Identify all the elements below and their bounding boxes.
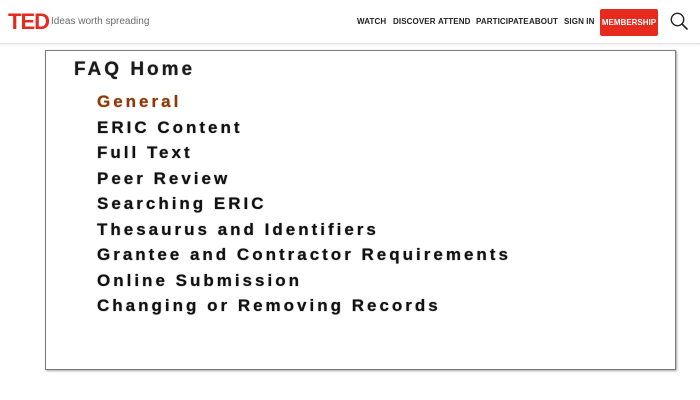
faq-link-online-submission[interactable]: Online Submission — [97, 270, 637, 293]
nav-watch[interactable]: WATCH — [357, 16, 386, 28]
faq-link-eric-content[interactable]: ERIC Content — [97, 117, 637, 140]
membership-button[interactable]: MEMBERSHIP — [600, 9, 658, 36]
nav-sign-in[interactable]: SIGN IN — [564, 16, 594, 28]
faq-panel: FAQ Home General ERIC Content Full Text … — [45, 50, 676, 370]
nav-about[interactable]: ABOUT — [529, 16, 558, 28]
faq-link-general[interactable]: General — [97, 91, 637, 114]
nav-attend[interactable]: ATTEND — [438, 16, 470, 28]
faq-home-title[interactable]: FAQ Home — [74, 59, 195, 81]
tagline: Ideas worth spreading — [51, 16, 150, 27]
faq-link-peer-review[interactable]: Peer Review — [97, 168, 637, 191]
nav-participate[interactable]: PARTICIPATE — [476, 16, 529, 28]
faq-link-full-text[interactable]: Full Text — [97, 142, 637, 165]
faq-link-thesaurus[interactable]: Thesaurus and Identifiers — [97, 219, 637, 242]
search-icon[interactable] — [670, 12, 688, 30]
faq-list: General ERIC Content Full Text Peer Revi… — [97, 91, 637, 321]
faq-link-changing-removing-records[interactable]: Changing or Removing Records — [97, 295, 637, 318]
faq-link-grantee-requirements[interactable]: Grantee and Contractor Requirements — [97, 244, 637, 267]
nav-discover[interactable]: DISCOVER — [393, 16, 436, 28]
faq-link-searching-eric[interactable]: Searching ERIC — [97, 193, 637, 216]
ted-logo[interactable]: TED — [8, 9, 50, 35]
site-header: TED Ideas worth spreading WATCH DISCOVER… — [0, 0, 700, 44]
